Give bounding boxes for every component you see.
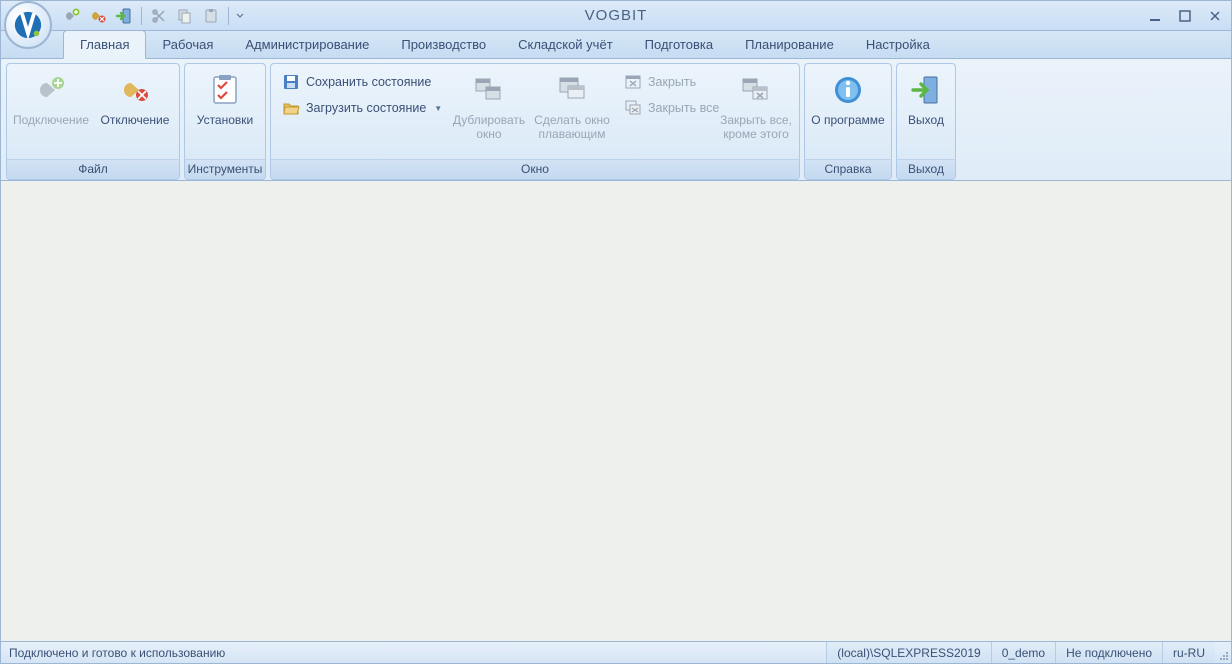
windows-stack-icon (472, 73, 506, 107)
window-controls (1141, 1, 1229, 30)
ribbon-group-help: О программе Справка (804, 63, 892, 180)
quick-access-toolbar (60, 1, 246, 30)
plug-remove-icon (118, 73, 152, 107)
tab-settings[interactable]: Настройка (850, 31, 946, 58)
group-title-tools: Инструменты (185, 159, 265, 179)
qat-connect-button[interactable] (60, 5, 84, 27)
windows-float-icon (555, 73, 589, 107)
ribbon-group-window: Сохранить состояние Загрузить состояние … (270, 63, 800, 180)
minimize-button[interactable] (1141, 6, 1169, 26)
qat-cut-button[interactable] (147, 5, 171, 27)
app-window: VOGBIT Главная Рабочая Администрирование… (0, 0, 1232, 664)
close-window-button[interactable]: Закрыть (617, 70, 713, 94)
qat-paste-button[interactable] (199, 5, 223, 27)
chevron-down-icon (236, 12, 244, 20)
load-state-button[interactable]: Загрузить состояние ▼ (275, 96, 447, 120)
qat-separator (228, 7, 229, 25)
checklist-icon (208, 73, 242, 107)
settings-label: Установки (197, 113, 253, 127)
grip-icon (1219, 651, 1229, 661)
qat-copy-button[interactable] (173, 5, 197, 27)
exit-button[interactable]: Выход (899, 66, 953, 156)
copy-icon (176, 7, 194, 25)
qat-disconnect-button[interactable] (86, 5, 110, 27)
status-locale[interactable]: ru-RU (1162, 642, 1215, 663)
group-title-help: Справка (805, 159, 891, 179)
plug-add-icon (63, 7, 81, 25)
disconnect-button[interactable]: Отключение (93, 66, 177, 156)
close-button[interactable] (1201, 6, 1229, 26)
statusbar: Подключено и готово к использованию (loc… (1, 641, 1231, 663)
close-icon (1209, 10, 1221, 22)
tab-preparation[interactable]: Подготовка (629, 31, 729, 58)
close-all-label: Закрыть все (648, 101, 719, 115)
ribbon-group-tools: Установки Инструменты (184, 63, 266, 180)
paste-icon (202, 7, 220, 25)
exit-door-icon (909, 73, 943, 107)
disconnect-label: Отключение (101, 113, 170, 127)
tab-work[interactable]: Рабочая (146, 31, 229, 58)
windows-close-others-icon (739, 73, 773, 107)
load-state-label: Загрузить состояние (306, 101, 426, 115)
plug-remove-icon (89, 7, 107, 25)
status-message: Подключено и готово к использованию (1, 646, 826, 660)
qat-exit-button[interactable] (112, 5, 136, 27)
settings-button[interactable]: Установки (187, 66, 263, 156)
ribbon-tabs: Главная Рабочая Администрирование Произв… (1, 31, 1231, 59)
maximize-icon (1179, 10, 1191, 22)
tab-admin[interactable]: Администрирование (229, 31, 385, 58)
window-close-icon (624, 73, 642, 91)
ribbon-group-exit: Выход Выход (896, 63, 956, 180)
status-database[interactable]: 0_demo (991, 642, 1055, 663)
float-window-button[interactable]: Сделать окно плавающим (529, 66, 615, 156)
app-menu-button[interactable] (4, 1, 52, 49)
plug-add-icon (34, 73, 68, 107)
tab-production[interactable]: Производство (385, 31, 502, 58)
info-icon (831, 73, 865, 107)
scissors-icon (150, 7, 168, 25)
ribbon: Подключение Отключение Файл Установки (1, 59, 1231, 181)
qat-customize-button[interactable] (234, 5, 246, 27)
qat-separator (141, 7, 142, 25)
folder-open-icon (282, 99, 300, 117)
app-logo-icon (13, 10, 43, 40)
titlebar: VOGBIT (1, 1, 1231, 31)
group-title-window: Окно (271, 159, 799, 179)
ribbon-group-file: Подключение Отключение Файл (6, 63, 180, 180)
about-label: О программе (811, 113, 884, 127)
close-others-button[interactable]: Закрыть все, кроме этого (715, 66, 797, 156)
tab-main[interactable]: Главная (63, 30, 146, 59)
duplicate-window-button[interactable]: Дублировать окно (449, 66, 529, 156)
connect-button[interactable]: Подключение (9, 66, 93, 156)
connect-label: Подключение (13, 113, 89, 127)
workspace (1, 181, 1231, 641)
float-label: Сделать окно плавающим (530, 113, 614, 142)
close-label: Закрыть (648, 75, 696, 89)
tab-warehouse[interactable]: Складской учёт (502, 31, 629, 58)
about-button[interactable]: О программе (807, 66, 889, 156)
save-state-label: Сохранить состояние (306, 75, 431, 89)
windows-close-all-icon (624, 99, 642, 117)
tab-planning[interactable]: Планирование (729, 31, 850, 58)
status-server[interactable]: (local)\SQLEXPRESS2019 (826, 642, 990, 663)
duplicate-label: Дублировать окно (450, 113, 528, 142)
minimize-icon (1149, 10, 1161, 22)
chevron-down-icon: ▼ (434, 104, 442, 113)
resize-grip[interactable] (1215, 642, 1231, 663)
status-connection[interactable]: Не подключено (1055, 642, 1162, 663)
maximize-button[interactable] (1171, 6, 1199, 26)
save-state-button[interactable]: Сохранить состояние (275, 70, 447, 94)
close-others-label: Закрыть все, кроме этого (716, 113, 796, 142)
save-icon (282, 73, 300, 91)
group-title-exit: Выход (897, 159, 955, 179)
close-all-button[interactable]: Закрыть все (617, 96, 713, 120)
group-title-file: Файл (7, 159, 179, 179)
exit-icon (115, 7, 133, 25)
exit-label: Выход (908, 113, 944, 127)
